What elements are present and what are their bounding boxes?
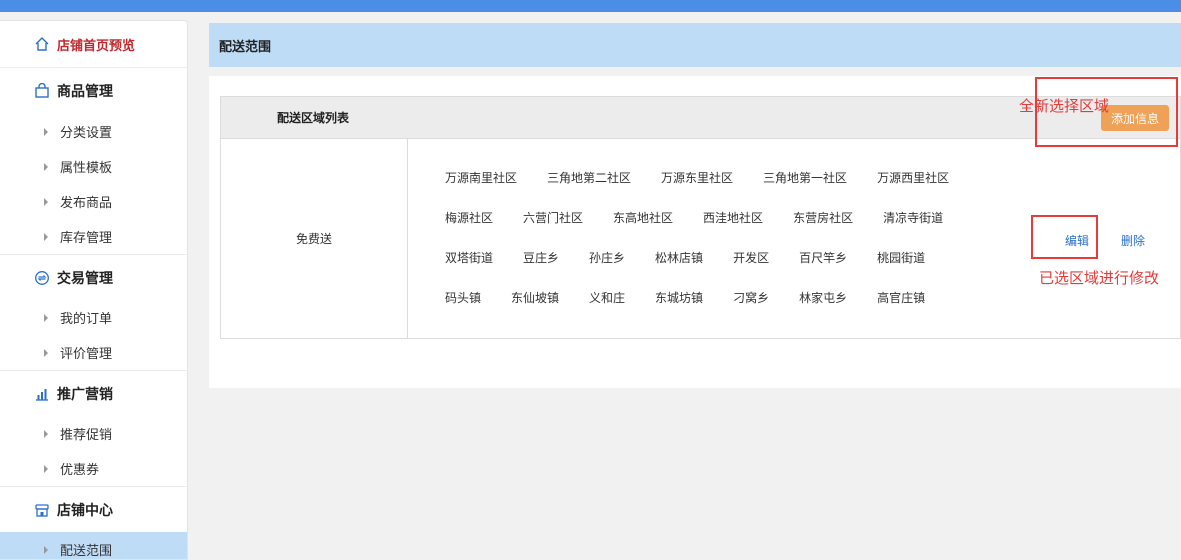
sidebar-item-label: 发布商品 [60,196,113,211]
sidebar-item-label: 优惠券 [60,463,100,478]
sidebar-section-label: 店铺中心 [57,502,113,519]
exchange-icon [34,270,50,286]
caret-right-icon [44,313,48,322]
sidebar-item-label: 配送范围 [60,544,113,559]
area-item: 豆庄乡 [523,251,560,265]
sidebar-section-label: 交易管理 [57,270,113,287]
area-item: 双塔街道 [445,251,494,265]
sidebar-item-inventory[interactable]: 库存管理 [0,219,187,254]
delete-link[interactable]: 删除 [1121,232,1145,249]
top-bar [0,0,1181,12]
page-title: 配送范围 [209,23,1181,67]
bag-icon [34,83,50,99]
area-row: 码头镇 东仙坡镇 义和庄 东城坊镇 刁窝乡 林家屯乡 高官庄镇 [445,289,1025,329]
area-item: 万源西里社区 [877,171,950,185]
annotation-add-note: 全新选择区域 [1019,97,1110,115]
sidebar-home-label: 店铺首页预览 [57,38,136,54]
area-item: 万源南里社区 [445,171,518,185]
sidebar-item-coupons[interactable]: 优惠券 [0,451,187,486]
area-item: 六营门社区 [523,211,584,225]
area-row: 双塔街道 豆庄乡 孙庄乡 松林店镇 开发区 百尺竿乡 桃园街道 [445,249,1025,289]
caret-right-icon [44,197,48,206]
caret-right-icon [44,429,48,438]
sidebar: 店铺首页预览 商品管理 分类设置 属性模板 发布商品 库存管理 交易管理 我的订… [0,20,188,560]
area-item: 东营房社区 [793,211,854,225]
delivery-name-cell: 免费送 [221,139,408,338]
area-item: 万源东里社区 [661,171,734,185]
sidebar-item-reviews[interactable]: 评价管理 [0,335,187,370]
bar-chart-icon [34,386,50,402]
sidebar-section-store-center[interactable]: 店铺中心 [0,486,187,532]
sidebar-item-category[interactable]: 分类设置 [0,114,187,149]
area-item: 清凉寺街道 [883,211,944,225]
sidebar-item-my-orders[interactable]: 我的订单 [0,300,187,335]
sidebar-item-label: 属性模板 [60,161,113,176]
annotation-box-edit [1031,215,1098,259]
area-item: 林家屯乡 [799,291,848,305]
area-item: 刁窝乡 [733,291,770,305]
sidebar-item-label: 库存管理 [60,231,113,246]
sidebar-item-home-preview[interactable]: 店铺首页预览 [0,21,187,68]
sidebar-item-recommend-promo[interactable]: 推荐促销 [0,416,187,451]
area-row: 梅源社区 六营门社区 东高地社区 西洼地社区 东营房社区 清凉寺街道 [445,209,1025,249]
area-item: 梅源社区 [445,211,494,225]
sidebar-item-label: 评价管理 [60,347,113,362]
caret-right-icon [44,464,48,473]
area-item: 东城坊镇 [655,291,704,305]
annotation-edit-note: 已选区域进行修改 [1039,269,1160,287]
sidebar-item-label: 推荐促销 [60,428,113,443]
area-item: 东仙坡镇 [511,291,560,305]
area-item: 桃园街道 [877,251,926,265]
sidebar-item-label: 分类设置 [60,126,113,141]
area-item: 三角地第二社区 [547,171,632,185]
area-item: 码头镇 [445,291,482,305]
area-item: 开发区 [733,251,770,265]
sidebar-item-attribute-template[interactable]: 属性模板 [0,149,187,184]
sidebar-item-publish-goods[interactable]: 发布商品 [0,184,187,219]
sidebar-section-trade[interactable]: 交易管理 [0,254,187,300]
table-title: 配送区域列表 [277,111,350,125]
area-item: 三角地第一社区 [763,171,848,185]
sidebar-section-marketing[interactable]: 推广营销 [0,370,187,416]
area-item: 东高地社区 [613,211,674,225]
sidebar-section-label: 商品管理 [57,84,113,100]
area-item: 高官庄镇 [877,291,926,305]
caret-right-icon [44,127,48,136]
caret-right-icon [44,545,48,554]
caret-right-icon [44,348,48,357]
sidebar-item-delivery-range[interactable]: 配送范围 [0,532,187,559]
area-item: 义和庄 [589,291,626,305]
sidebar-item-label: 我的订单 [60,312,113,327]
sidebar-section-goods[interactable]: 商品管理 [0,68,187,114]
area-item: 松林店镇 [655,251,704,265]
store-icon [34,502,50,518]
home-icon [34,36,50,52]
area-item: 西洼地社区 [703,211,764,225]
caret-right-icon [44,162,48,171]
area-list: 万源南里社区 三角地第二社区 万源东里社区 三角地第一社区 万源西里社区 梅源社区 六营门… [445,169,1025,329]
area-row: 万源南里社区 三角地第二社区 万源东里社区 三角地第一社区 万源西里社区 [445,169,1025,209]
sidebar-section-label: 推广营销 [57,386,113,403]
caret-right-icon [44,232,48,241]
area-item: 百尺竿乡 [799,251,848,265]
area-item: 孙庄乡 [589,251,626,265]
